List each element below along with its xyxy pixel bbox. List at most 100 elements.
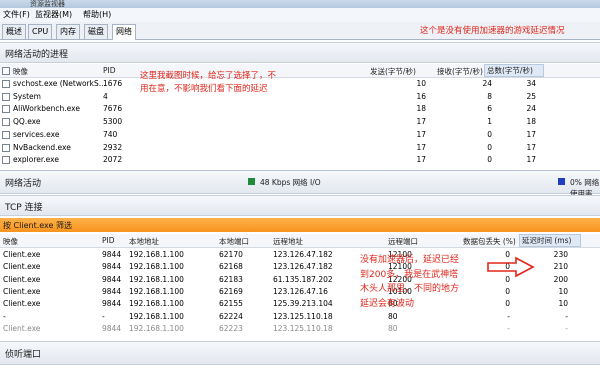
tcp-packet-loss: - [507, 311, 510, 321]
col-recv[interactable]: 接收(字节/秒) [437, 66, 483, 77]
tcp-remote-port: 80 [388, 311, 398, 321]
filter-bar[interactable]: 按 Client.exe 筛选 [0, 218, 600, 232]
network-io: 48 Kbps 网络 I/O [260, 178, 321, 187]
process-table-header: 映像 PID 发送(字节/秒) 接收(字节/秒) 总数(字节/秒) [0, 64, 600, 78]
row-checkbox[interactable] [2, 92, 10, 103]
tcp-remote-address: 123.126.47.16 [273, 286, 328, 296]
row-checkbox[interactable] [2, 130, 10, 141]
tcp-pid: 9844 [102, 262, 122, 272]
tcp-row[interactable]: Client.exe 9844 192.168.1.100 62223 123.125.… [0, 323, 600, 334]
col-image[interactable]: 映像 [13, 66, 28, 77]
annotation-latency: 没有加速器后，延迟已经 到200多，我是在武神塔 木头人那里，不同的地方 延迟会… [360, 255, 460, 309]
tcp-latency: 210 [553, 262, 568, 272]
process-row[interactable]: QQ.exe 5300 17 1 18 [0, 116, 600, 127]
process-image: explorer.exe [13, 155, 59, 165]
col-tcp-pid[interactable]: PID [102, 236, 115, 245]
process-pid: 2072 [103, 155, 123, 165]
tcp-pid: 9844 [102, 299, 122, 309]
tcp-local-address: 192.168.1.100 [129, 323, 184, 333]
menu-file[interactable]: 文件(F) [3, 9, 30, 20]
process-total: 17 [526, 142, 536, 152]
tab-network[interactable]: 网络 [112, 24, 136, 40]
process-image: NvBackend.exe [13, 142, 71, 152]
col-send[interactable]: 发送(字节/秒) [370, 66, 416, 77]
tab-overview[interactable]: 概述 [2, 24, 26, 39]
col-packet-loss[interactable]: 数据包丢失 (%) [463, 236, 516, 247]
col-tcp-image[interactable]: 映像 [3, 236, 18, 247]
tcp-image: Client.exe [3, 323, 41, 333]
col-latency[interactable]: 延迟时间 (ms) [519, 234, 581, 247]
tab-memory[interactable]: 内存 [56, 24, 80, 39]
tcp-pid: 9844 [102, 286, 122, 296]
tab-cpu[interactable]: CPU [28, 24, 53, 39]
col-local-port[interactable]: 本地端口 [219, 236, 249, 247]
process-send: 17 [416, 129, 426, 139]
process-send: 16 [416, 91, 426, 101]
process-total: 24 [526, 104, 536, 114]
row-checkbox[interactable] [2, 156, 10, 166]
process-row[interactable]: services.exe 740 17 0 17 [0, 129, 600, 140]
tcp-local-port: 62170 [219, 250, 243, 259]
tcp-table-header: 映像 PID 本地地址 本地端口 远程地址 远程端口 数据包丢失 (%) 延迟时… [0, 234, 600, 248]
tcp-latency: 10 [558, 299, 568, 309]
tcp-section-title: TCP 连接 [5, 203, 43, 213]
process-row[interactable]: NvBackend.exe 2932 17 0 17 [0, 142, 600, 153]
annotation-top: 这个是没有使用加速器的游戏延迟情况 [420, 26, 565, 36]
process-image: svchost.exe (NetworkS... [13, 79, 106, 88]
process-send: 18 [416, 104, 426, 114]
tcp-local-address: 192.168.1.100 [129, 250, 184, 259]
row-checkbox[interactable] [2, 105, 10, 115]
tcp-row[interactable]: Client.exe 9844 192.168.1.100 62155 125.39.2… [0, 298, 600, 309]
process-row[interactable]: System 4 16 8 25 [0, 91, 600, 102]
col-remote-address[interactable]: 远程地址 [273, 236, 303, 247]
row-checkbox[interactable] [2, 118, 10, 128]
row-checkbox[interactable] [2, 80, 10, 90]
col-pid[interactable]: PID [103, 66, 116, 75]
tcp-latency: 230 [553, 250, 568, 259]
filter-label: 按 Client.exe 筛选 [3, 221, 72, 230]
process-pid: 2932 [103, 142, 123, 152]
window-title-bar: 资源监视器 [0, 0, 600, 8]
tcp-local-port: 62183 [219, 274, 243, 284]
process-recv: 0 [487, 129, 492, 139]
menu-monitor[interactable]: 监视器(M) [35, 9, 72, 20]
process-pid: 4 [103, 91, 108, 101]
col-total[interactable]: 总数(字节/秒) [484, 64, 544, 77]
process-section-header[interactable]: 网络活动的进程 [0, 42, 600, 63]
process-recv: 8 [487, 91, 492, 101]
process-recv: 0 [487, 155, 492, 165]
tcp-remote-address: 123.125.110.18 [273, 323, 333, 333]
tcp-pid: 9844 [102, 323, 122, 333]
listening-ports-header[interactable]: 侦听端口 [0, 341, 600, 365]
tcp-row[interactable]: Client.exe 9844 192.168.1.100 62169 123.126.… [0, 286, 600, 297]
tcp-local-port: 62168 [219, 262, 243, 272]
select-all-checkbox[interactable] [2, 66, 10, 75]
tcp-local-address: 192.168.1.100 [129, 299, 184, 309]
tcp-local-address: 192.168.1.100 [129, 311, 184, 321]
tcp-image: Client.exe [3, 286, 41, 296]
process-total: 18 [526, 117, 536, 127]
col-local-address[interactable]: 本地地址 [129, 236, 159, 247]
process-recv: 0 [487, 142, 492, 152]
process-row[interactable]: explorer.exe 2072 17 0 17 [0, 154, 600, 165]
tcp-local-port: 62223 [219, 323, 243, 333]
process-image: System [13, 91, 41, 101]
row-checkbox[interactable] [2, 143, 10, 154]
tab-disk[interactable]: 磁盘 [84, 24, 108, 39]
tcp-section-header[interactable]: TCP 连接 [0, 195, 600, 216]
tcp-image: Client.exe [3, 250, 41, 259]
process-section-title: 网络活动的进程 [5, 50, 69, 60]
network-activity-header[interactable]: 网络活动 48 Kbps 网络 I/O 0% 网络使用率 [0, 170, 600, 198]
tcp-image: Client.exe [3, 262, 41, 272]
process-send: 17 [416, 117, 426, 127]
process-row[interactable]: AliWorkbench.exe 7676 18 6 24 [0, 103, 600, 114]
menu-bar: 文件(F) 监视器(M) 帮助(H) [0, 8, 600, 23]
process-pid: 7676 [103, 104, 123, 114]
tcp-local-port: 62169 [219, 286, 243, 296]
col-remote-port[interactable]: 远程端口 [388, 236, 418, 247]
menu-help[interactable]: 帮助(H) [83, 9, 111, 20]
listening-ports-title: 侦听端口 [5, 350, 42, 360]
tcp-row[interactable]: - - 192.168.1.100 62224 123.125.110.18 80 - - [0, 311, 600, 322]
process-total: 17 [526, 155, 536, 165]
process-row[interactable]: svchost.exe (NetworkS... 1676 10 24 34 [0, 78, 600, 89]
